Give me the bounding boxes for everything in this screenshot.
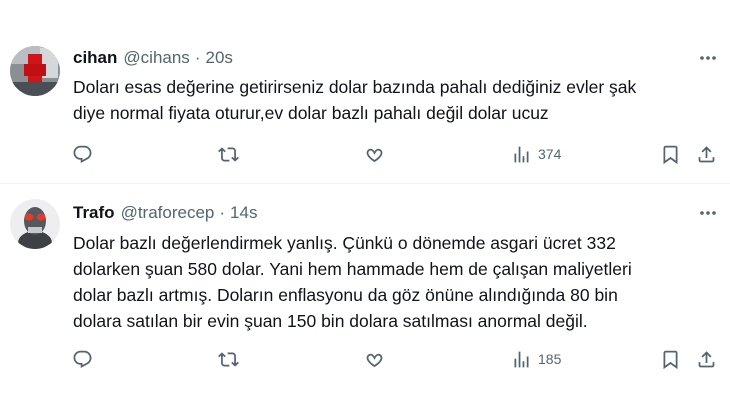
tweet-text-line: Doları esas değerine getirirseniz dolar … (73, 77, 637, 97)
share-button[interactable] (696, 346, 717, 372)
tweet-text: Dolar bazlı değerlendirmek yanlış. Çünkü… (73, 230, 713, 334)
more-horizontal-icon[interactable] (696, 205, 720, 221)
tweet-text-line: dolarken şuan 580 dolar. Yani hem hammad… (73, 259, 632, 279)
retweet-icon (218, 146, 239, 162)
tweet-text: Doları esas değerine getirirseniz dolar … (73, 74, 713, 126)
author-handle[interactable]: @traforecep (121, 203, 215, 223)
reply-button[interactable] (72, 346, 93, 372)
reply-icon (73, 145, 92, 163)
heart-icon (366, 353, 383, 367)
bookmark-icon (663, 145, 678, 164)
views-count: 374 (538, 146, 562, 162)
retweet-button[interactable] (218, 141, 239, 167)
share-icon (698, 350, 715, 367)
author-handle[interactable]: @cihans (123, 48, 189, 68)
tweet-text-line: diye normal fiyata oturur,ev dolar bazlı… (73, 103, 549, 123)
tweet-text-line: dolar bazlı artmış. Doların enflasyonu d… (73, 285, 618, 305)
avatar[interactable] (10, 46, 60, 96)
author-name[interactable]: cihan (73, 48, 117, 68)
bookmark-button[interactable] (660, 141, 681, 167)
tweet-header: Trafo @traforecep · 14s (73, 202, 257, 224)
tweet-divider (0, 183, 730, 184)
more-horizontal-icon[interactable] (696, 50, 720, 66)
share-button[interactable] (696, 141, 717, 167)
tweet-text-line: dolara satılan bir evin şuan 150 bin dol… (73, 311, 588, 331)
retweet-icon (218, 351, 239, 367)
views-count: 185 (538, 351, 562, 367)
views-button[interactable]: 374 (511, 141, 561, 167)
reply-icon (73, 350, 92, 368)
bookmark-icon (663, 350, 678, 369)
tweet-timestamp[interactable]: 20s (205, 48, 232, 68)
tweet-header: cihan @cihans · 20s (73, 47, 233, 69)
bookmark-button[interactable] (660, 346, 681, 372)
tweet-actions: 185 (0, 346, 730, 372)
views-chart-icon (514, 146, 529, 162)
share-icon (698, 145, 715, 162)
views-button[interactable]: 185 (511, 346, 561, 372)
retweet-button[interactable] (218, 346, 239, 372)
tweet-timestamp[interactable]: 14s (230, 203, 257, 223)
views-chart-icon (514, 351, 529, 367)
like-button[interactable] (364, 141, 385, 167)
tweet-text-line: Dolar bazlı değerlendirmek yanlış. Çünkü… (73, 233, 616, 253)
tweet-actions: 374 (0, 141, 730, 167)
avatar[interactable] (10, 199, 60, 249)
author-name[interactable]: Trafo (73, 203, 115, 223)
separator-dot: · (219, 203, 226, 222)
reply-button[interactable] (72, 141, 93, 167)
separator-dot: · (194, 48, 201, 67)
like-button[interactable] (364, 346, 385, 372)
heart-icon (366, 148, 383, 162)
